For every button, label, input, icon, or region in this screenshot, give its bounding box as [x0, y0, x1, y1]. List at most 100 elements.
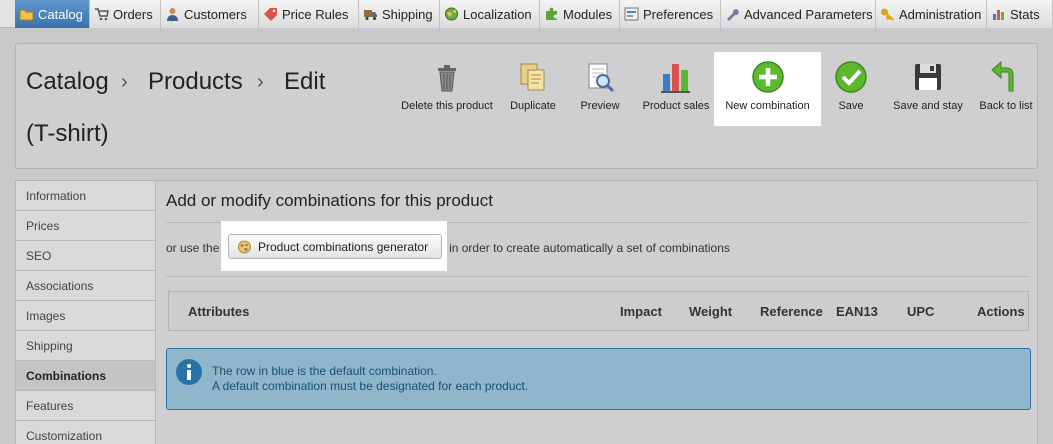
column-weight: Weight — [689, 304, 733, 319]
button-label: Back to list — [979, 100, 1033, 112]
generator-suffix: in order to create automatically a set o… — [449, 241, 730, 255]
tab-label: Catalog — [38, 6, 83, 22]
sidebar-item-label: Information — [26, 188, 87, 203]
column-reference: Reference — [760, 304, 823, 319]
tab-localization[interactable]: Localization — [440, 0, 540, 28]
tab-label: Orders — [113, 6, 153, 22]
trash-icon — [438, 65, 456, 92]
sidebar-item-information[interactable]: Information — [15, 181, 156, 211]
folder-icon — [19, 9, 34, 21]
sidebar-item-label: Shipping — [26, 338, 73, 353]
tab-stats[interactable]: Stats — [987, 0, 1053, 28]
column-impact: Impact — [620, 304, 662, 319]
sidebar-item-label: SEO — [26, 248, 52, 263]
tab-orders[interactable]: Orders — [90, 0, 161, 28]
back-to-list-button[interactable]: Back to list — [975, 44, 1037, 124]
tab-label: Stats — [1010, 6, 1040, 22]
tab-label: Modules — [563, 6, 613, 22]
column-attributes: Attributes — [188, 304, 250, 319]
tab-label: Localization — [463, 6, 532, 22]
sidebar-item-label: Images — [26, 308, 66, 323]
new-combination-button[interactable]: New combination — [714, 52, 821, 126]
button-label: Save — [838, 100, 864, 112]
product-sidebar: Information Prices SEO Associations Imag… — [15, 180, 156, 444]
tab-customers[interactable]: Customers — [161, 0, 259, 28]
breadcrumb-separator: › — [121, 71, 128, 93]
sidebar-item-label: Customization — [26, 428, 103, 443]
info-text: The row in blue is the default combinati… — [212, 364, 528, 394]
tab-label: Customers — [184, 6, 247, 22]
save-and-stay-button[interactable]: Save and stay — [888, 44, 968, 124]
key-icon — [881, 8, 894, 21]
info-line-2: A default combination must be designated… — [212, 379, 529, 393]
duplicate-button[interactable]: Duplicate — [502, 44, 564, 124]
tab-preferences[interactable]: Preferences — [620, 0, 721, 28]
breadcrumb-separator: › — [257, 71, 264, 93]
generator-icon — [238, 240, 251, 253]
tab-shipping[interactable]: Shipping — [359, 0, 440, 28]
sidebar-item-prices[interactable]: Prices — [15, 211, 156, 241]
tab-modules[interactable]: Modules — [540, 0, 620, 28]
info-alert: The row in blue is the default combinati… — [166, 348, 1031, 410]
generator-prefix: or use the — [166, 241, 220, 255]
tab-catalog[interactable]: Catalog — [15, 0, 90, 28]
puzzle-icon — [546, 7, 557, 21]
column-upc: UPC — [907, 304, 935, 319]
sidebar-item-label: Combinations — [26, 368, 106, 383]
wrench-icon — [727, 9, 739, 21]
truck-icon — [364, 10, 377, 20]
tab-label: Advanced Parameters — [744, 6, 873, 22]
button-label: New combination — [725, 100, 810, 112]
sales-chart-icon — [661, 64, 690, 93]
preview-button[interactable]: Preview — [572, 44, 628, 124]
tab-label: Price Rules — [282, 6, 349, 22]
plus-icon — [751, 61, 784, 93]
top-nav: Catalog Orders Customers Price Rules Shi… — [0, 0, 1053, 28]
product-sales-button[interactable]: Product sales — [638, 44, 714, 124]
delete-product-button[interactable]: Delete this product — [399, 44, 495, 124]
sidebar-item-shipping[interactable]: Shipping — [15, 331, 156, 361]
column-ean13: EAN13 — [836, 304, 878, 319]
button-label: Preview — [580, 100, 620, 112]
info-icon — [176, 359, 202, 385]
globe-icon — [445, 7, 458, 21]
tab-advanced-parameters[interactable]: Advanced Parameters — [721, 0, 876, 28]
checkmark-icon — [835, 61, 867, 93]
page-header: Catalog › Products › Edit (T-shirt) Dele… — [15, 43, 1038, 169]
sidebar-item-features[interactable]: Features — [15, 391, 156, 421]
button-label: Product sales — [642, 100, 710, 112]
tab-administration[interactable]: Administration — [876, 0, 987, 28]
generator-button-label: Product combinations generator — [258, 239, 429, 254]
user-icon — [167, 8, 178, 21]
tab-label: Shipping — [382, 6, 433, 22]
button-label: Delete this product — [401, 100, 493, 112]
sidebar-item-customization[interactable]: Customization — [15, 421, 156, 444]
breadcrumb-catalog[interactable]: Catalog — [26, 68, 109, 96]
sidebar-item-label: Features — [26, 398, 74, 413]
combinations-table-header: Attributes Impact Weight Reference EAN13… — [168, 291, 1029, 331]
floppy-icon — [915, 64, 941, 90]
combinations-panel: Add or modify combinations for this prod… — [156, 180, 1038, 444]
bar-chart-icon — [993, 10, 1004, 20]
sidebar-item-images[interactable]: Images — [15, 301, 156, 331]
save-button[interactable]: Save — [831, 44, 871, 124]
combinations-generator-button[interactable]: Product combinations generator — [228, 234, 442, 259]
info-line-1: The row in blue is the default combinati… — [212, 364, 437, 378]
preview-icon — [588, 63, 615, 93]
column-actions: Actions — [977, 304, 1025, 319]
tab-price-rules[interactable]: Price Rules — [259, 0, 359, 28]
cart-icon — [95, 8, 109, 21]
button-label: Save and stay — [893, 100, 963, 112]
price-tag-icon — [264, 8, 277, 21]
breadcrumb-products[interactable]: Products — [148, 68, 243, 96]
sidebar-item-combinations[interactable]: Combinations — [15, 361, 156, 391]
breadcrumb-edit: Edit — [284, 68, 326, 95]
tab-label: Administration — [899, 6, 982, 22]
page-subtitle: (T-shirt) — [26, 120, 109, 147]
tab-label: Preferences — [643, 6, 714, 22]
button-label: Duplicate — [510, 100, 556, 112]
sidebar-item-seo[interactable]: SEO — [15, 241, 156, 271]
divider — [166, 276, 1030, 277]
back-arrow-icon — [991, 60, 1014, 92]
sidebar-item-associations[interactable]: Associations — [15, 271, 156, 301]
